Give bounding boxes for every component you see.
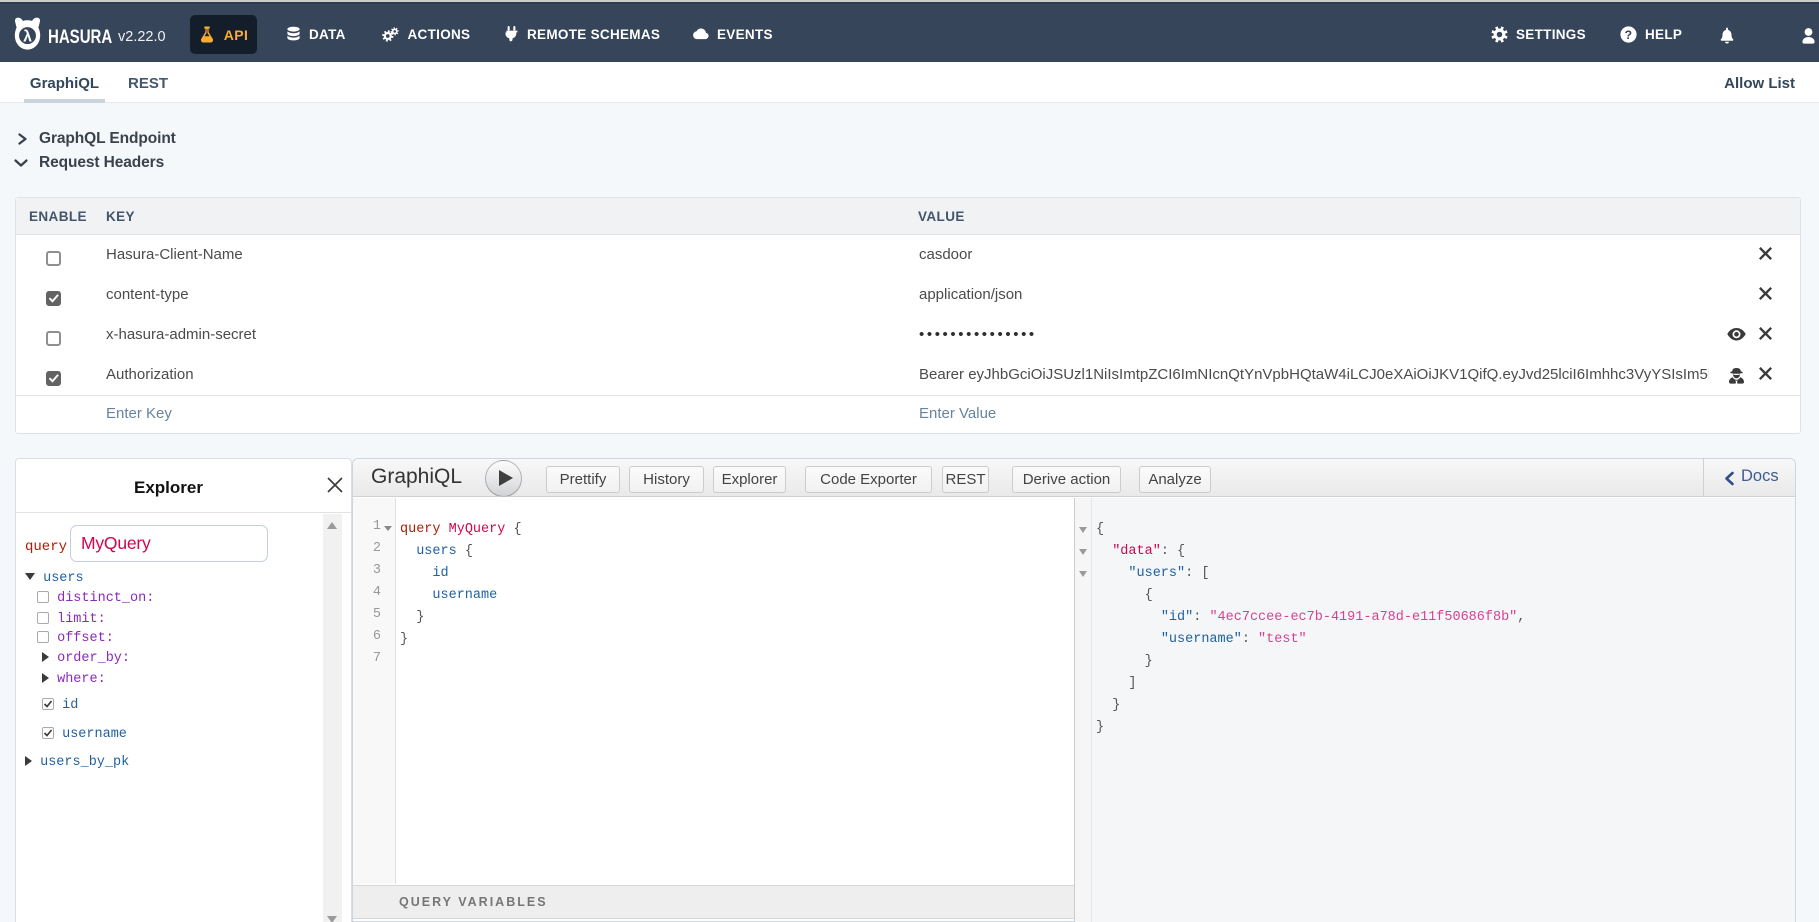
svg-text:λ: λ xyxy=(23,28,32,45)
svg-text:?: ? xyxy=(1625,27,1633,41)
